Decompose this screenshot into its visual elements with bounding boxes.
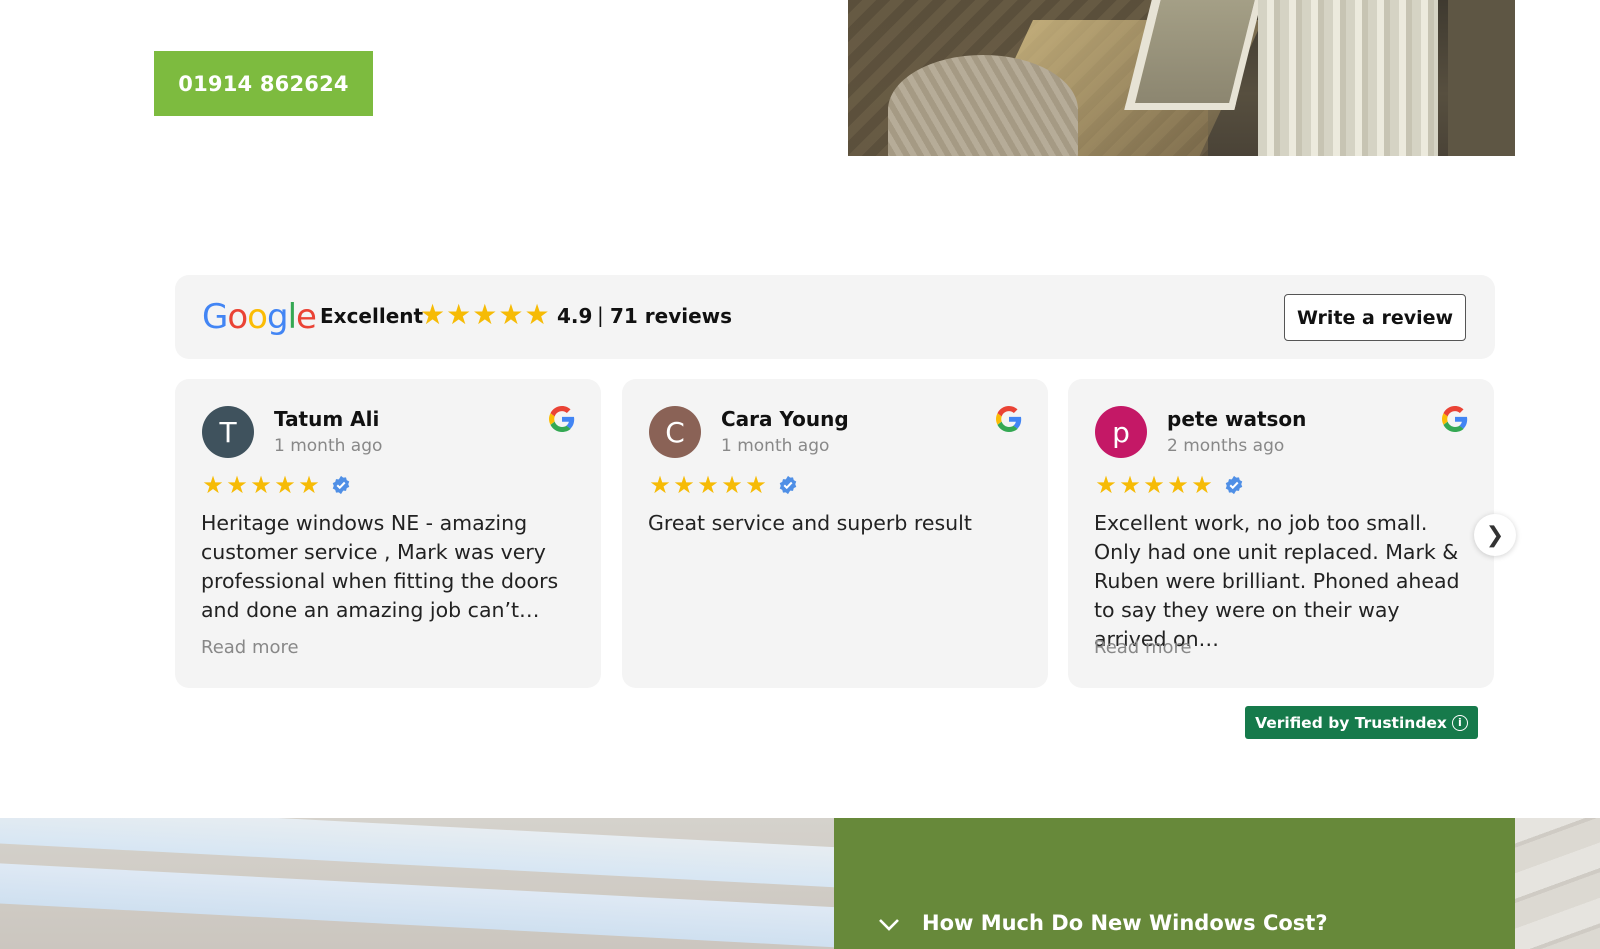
google-g-icon (996, 406, 1022, 432)
write-review-button[interactable]: Write a review (1284, 294, 1466, 341)
star-icon: ★ (673, 471, 695, 499)
avatar: T (202, 406, 254, 458)
read-more-link[interactable]: Read more (201, 637, 299, 658)
star-icon: ★ (1119, 471, 1141, 499)
review-card: p pete watson 2 months ago ★ ★ ★ ★ ★ Exc… (1068, 379, 1494, 688)
star-icon: ★ (697, 471, 719, 499)
faq-question[interactable]: How Much Do New Windows Cost? (922, 911, 1328, 935)
chevron-down-icon[interactable] (878, 918, 900, 932)
review-count: 71 reviews (610, 304, 733, 328)
chevron-right-icon: ❯ (1485, 522, 1505, 548)
hero-photo (848, 0, 1515, 156)
star-icon: ★ (446, 298, 472, 331)
star-icon: ★ (1167, 471, 1189, 499)
rating-label: Excellent (320, 304, 424, 328)
review-text: Excellent work, no job too small. Only h… (1094, 511, 1460, 651)
star-icon: ★ (1143, 471, 1165, 499)
reviewer-name: Tatum Ali (274, 407, 380, 431)
review-date: 2 months ago (1167, 436, 1285, 456)
review-date: 1 month ago (721, 436, 830, 456)
google-g-icon (1442, 406, 1468, 432)
star-icon: ★ (420, 298, 446, 331)
star-icon: ★ (721, 471, 743, 499)
phone-call-button[interactable]: 01914 862624 (154, 51, 373, 116)
review-stars: ★ ★ ★ ★ ★ (648, 472, 798, 498)
avatar: p (1095, 406, 1147, 458)
review-text: Heritage windows NE - amazing customer s… (201, 511, 559, 622)
rating-score: 4.9 (557, 304, 593, 328)
star-icon: ★ (1095, 471, 1117, 499)
star-icon: ★ (498, 298, 524, 331)
google-rating-summary: Google Excellent ★ ★ ★ ★ ★ 4.9 | 71 revi… (175, 275, 1495, 359)
rating-stars: ★ ★ ★ ★ ★ (420, 300, 550, 330)
read-more-link[interactable]: Read more (1094, 637, 1192, 658)
review-stars: ★ ★ ★ ★ ★ (1094, 472, 1244, 498)
avatar: C (649, 406, 701, 458)
reviewer-name: Cara Young (721, 407, 849, 431)
review-stars: ★ ★ ★ ★ ★ (201, 472, 351, 498)
review-card: T Tatum Ali 1 month ago ★ ★ ★ ★ ★ Herita… (175, 379, 601, 688)
star-icon: ★ (250, 471, 272, 499)
trustindex-verified-badge[interactable]: Verified by Trustindex i (1245, 706, 1478, 739)
reviewer-name: pete watson (1167, 407, 1307, 431)
carousel-next-button[interactable]: ❯ (1474, 514, 1516, 556)
verified-badge-label: Verified by Trustindex (1255, 713, 1447, 732)
star-icon: ★ (226, 471, 248, 499)
star-icon: ★ (298, 471, 320, 499)
info-icon: i (1451, 714, 1468, 731)
star-icon: ★ (202, 471, 224, 499)
verified-check-icon (1225, 475, 1243, 495)
verified-check-icon (332, 475, 350, 495)
review-card: C Cara Young 1 month ago ★ ★ ★ ★ ★ Great… (622, 379, 1048, 688)
google-logo: Google (202, 297, 317, 337)
faq-panel: How Much Do New Windows Cost? (834, 818, 1515, 949)
star-icon: ★ (274, 471, 296, 499)
star-icon: ★ (745, 471, 767, 499)
review-text: Great service and superb result (648, 511, 972, 535)
google-g-icon (549, 406, 575, 432)
star-icon: ★ (524, 298, 550, 331)
star-icon: ★ (1191, 471, 1213, 499)
rating-separator: | (597, 303, 604, 327)
blinds-photo (0, 818, 834, 949)
star-icon: ★ (649, 471, 671, 499)
star-icon: ★ (472, 298, 498, 331)
tile-photo (1515, 818, 1600, 949)
review-date: 1 month ago (274, 436, 383, 456)
verified-check-icon (779, 475, 797, 495)
